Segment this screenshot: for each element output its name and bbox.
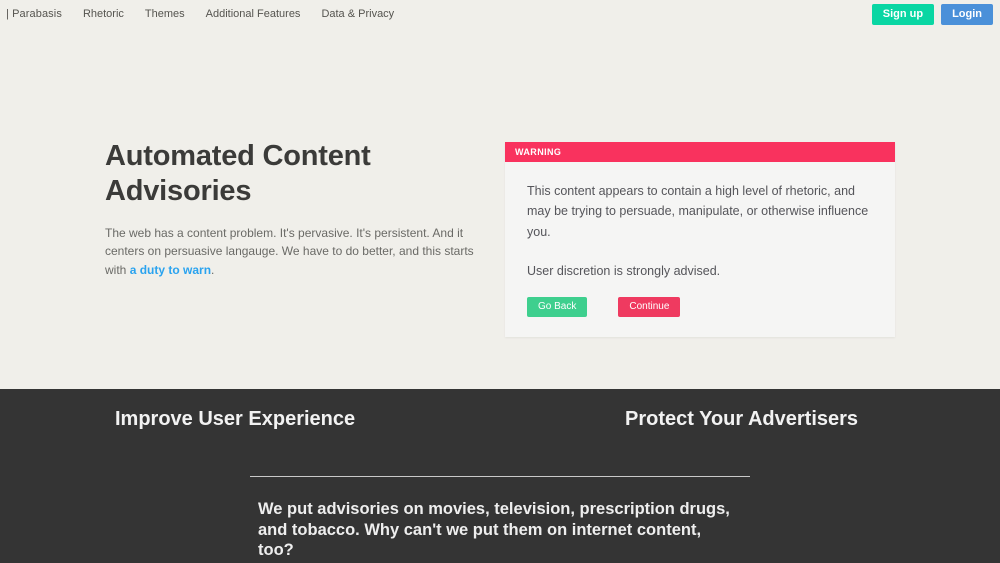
features-section: Improve User Experience Protect Your Adv… bbox=[0, 389, 1000, 563]
hero-section: Automated Content Advisories The web has… bbox=[0, 29, 1000, 389]
features-headings: Improve User Experience Protect Your Adv… bbox=[0, 389, 1000, 459]
nav-item-rhetoric[interactable]: Rhetoric bbox=[83, 8, 124, 20]
warning-card: WARNING This content appears to contain … bbox=[505, 142, 895, 337]
warning-card-body: This content appears to contain a high l… bbox=[505, 162, 895, 337]
feature-heading-user-experience: Improve User Experience bbox=[115, 408, 356, 430]
warning-card-header: WARNING bbox=[505, 142, 895, 162]
warning-card-actions: Go Back Continue bbox=[527, 296, 873, 317]
warning-badge-label: WARNING bbox=[515, 147, 562, 157]
nav-item-additional-features[interactable]: Additional Features bbox=[206, 8, 301, 20]
hero-paragraph: The web has a content problem. It's perv… bbox=[105, 224, 475, 280]
features-body: We put advisories on movies, television,… bbox=[258, 499, 738, 561]
nav-actions: Sign up Login bbox=[871, 4, 993, 25]
feature-heading-advertisers: Protect Your Advertisers bbox=[625, 408, 859, 430]
warning-message-secondary: User discretion is strongly advised. bbox=[527, 264, 721, 279]
hero-copy: Automated Content Advisories The web has… bbox=[105, 139, 475, 279]
brand-logo[interactable]: | Parabasis bbox=[6, 8, 62, 20]
hero-paragraph-period: . bbox=[211, 262, 215, 277]
page-title: Automated Content Advisories bbox=[105, 140, 371, 207]
nav-links: | Parabasis Rhetoric Themes Additional F… bbox=[6, 8, 394, 20]
features-body-text: We put advisories on movies, television,… bbox=[258, 500, 730, 560]
continue-button[interactable]: Continue bbox=[618, 296, 681, 317]
warning-message-primary: This content appears to contain a high l… bbox=[527, 184, 869, 239]
duty-to-warn-link[interactable]: a duty to warn bbox=[130, 263, 211, 277]
sign-up-button[interactable]: Sign up bbox=[871, 4, 935, 25]
go-back-button[interactable]: Go Back bbox=[527, 296, 588, 317]
section-divider bbox=[250, 476, 750, 477]
nav-item-data-and-privacy[interactable]: Data & Privacy bbox=[321, 8, 394, 20]
top-navigation-bar: | Parabasis Rhetoric Themes Additional F… bbox=[0, 0, 1000, 29]
login-button[interactable]: Login bbox=[941, 4, 993, 25]
nav-item-themes[interactable]: Themes bbox=[145, 8, 185, 20]
